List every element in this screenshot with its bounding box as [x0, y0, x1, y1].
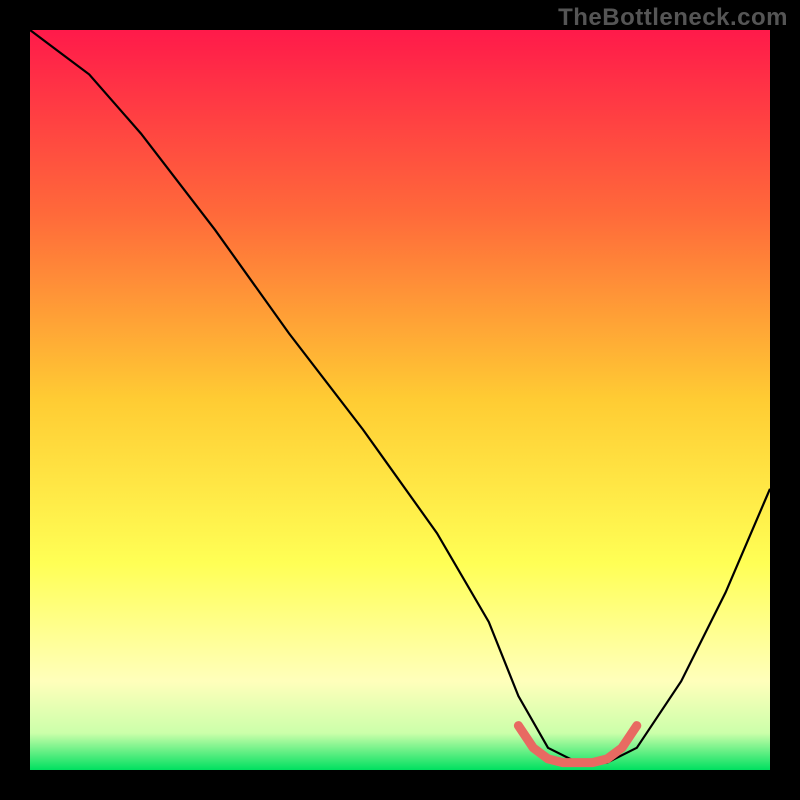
- gradient-background: [30, 30, 770, 770]
- chart-svg: [30, 30, 770, 770]
- watermark-text: TheBottleneck.com: [558, 4, 788, 32]
- plot-area: [30, 30, 770, 770]
- chart-container: TheBottleneck.com: [0, 0, 800, 800]
